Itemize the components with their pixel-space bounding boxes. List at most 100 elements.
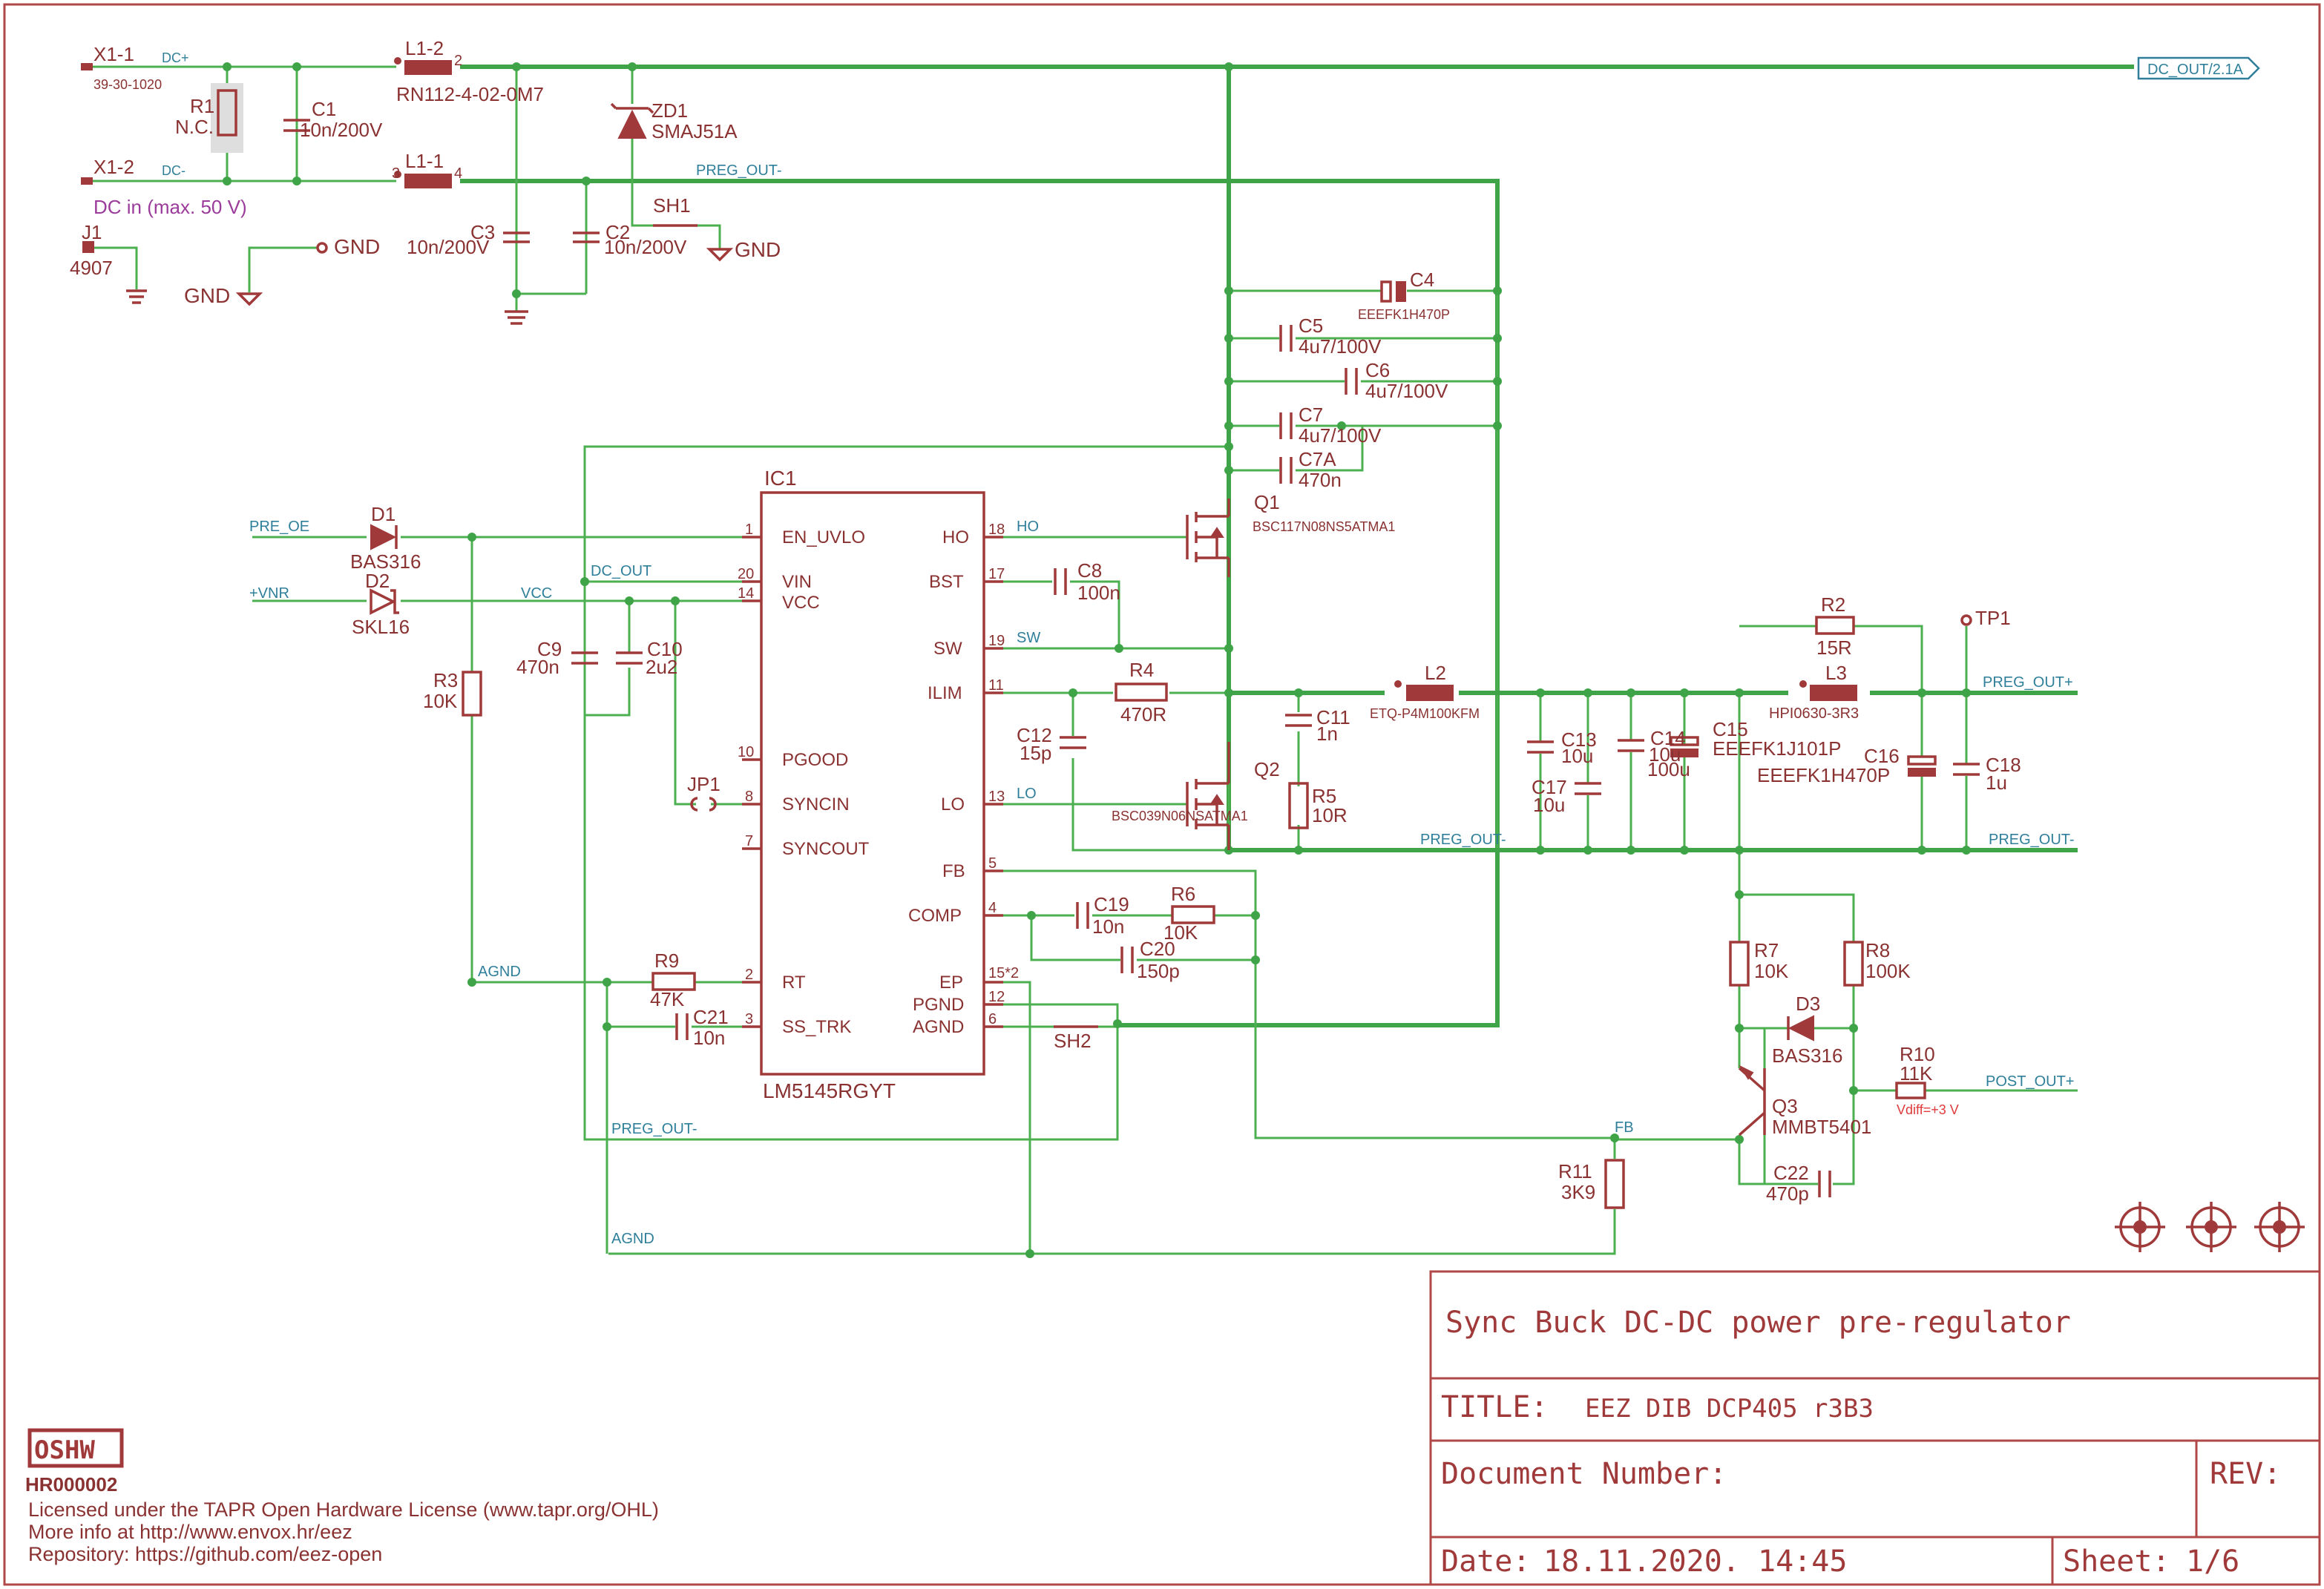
agnd-net-label-1: AGND: [478, 964, 521, 980]
date-label: Date:: [1441, 1544, 1530, 1579]
c22-value: 470p: [1766, 1182, 1809, 1205]
d3-ref: D3: [1796, 993, 1820, 1015]
ic1-pin-comp: COMP: [908, 906, 962, 926]
license-line-2: More info at http://www.envox.hr/eez: [28, 1521, 352, 1543]
ic1-pin-ep: EP: [939, 973, 963, 993]
c4-value: EEEFK1H470P: [1358, 307, 1450, 322]
ic1-pin-num-14: 14: [738, 585, 754, 602]
r3-value: 10K: [423, 690, 458, 712]
c19-value: 10n: [1092, 915, 1124, 938]
r9-value: 47K: [650, 988, 685, 1010]
gnd-symbol-1: [126, 289, 147, 304]
c21-value: 10n: [693, 1027, 725, 1049]
j1-label: J1: [82, 221, 102, 243]
title-value: EEZ DIB DCP405 r3B3: [1585, 1394, 1874, 1424]
ic1-part: LM5145RGYT: [763, 1079, 896, 1102]
dc-out-port-label: DC_OUT/2.1A: [2147, 62, 2244, 78]
vnr-label: +VNR: [249, 585, 289, 602]
lo-net-label: LO: [1017, 786, 1037, 802]
ic1-pin-en-uvlo: EN_UVLO: [782, 527, 865, 547]
date-value: 18.11.2020. 14:45: [1543, 1544, 1847, 1579]
gnd-symbol-3: [505, 310, 528, 325]
ic1-pin-vcc: VCC: [782, 593, 820, 613]
ic1-pin-ilim: ILIM: [928, 683, 962, 703]
d1-ref: D1: [371, 503, 395, 525]
ic1-pin-num-18: 18: [988, 522, 1005, 538]
c1-value: 10n/200V: [300, 119, 383, 141]
ic1-pin-num-10: 10: [738, 744, 754, 760]
oshw-logo-text: OSHW: [34, 1435, 95, 1465]
gnd-label-1: GND: [334, 235, 380, 258]
c16-value: EEEFK1H470P: [1757, 764, 1890, 786]
ic1-pin-num-13: 13: [988, 789, 1005, 805]
sh1-ref: SH1: [653, 194, 691, 217]
x1-part-label: 39-30-1020: [93, 77, 162, 92]
r8-value: 100K: [1865, 960, 1911, 982]
r11-value: 3K9: [1561, 1181, 1595, 1203]
ho-net-label: HO: [1017, 519, 1039, 535]
post-out-plus-label: POST_OUT+: [1986, 1073, 2074, 1090]
ic1-pin-sw: SW: [933, 639, 962, 659]
fb-net-label: FB: [1615, 1119, 1634, 1136]
q2-value: BSC039N06NSATMA1: [1112, 809, 1248, 823]
c9-value: 470n: [516, 656, 559, 678]
c2-value: 10n/200V: [604, 236, 687, 258]
gnd-label-3: GND: [735, 238, 781, 261]
ic1-pin-pgood: PGOOD: [782, 750, 848, 770]
ic1-pin-num-20: 20: [738, 566, 754, 582]
l1-2-symbol: [404, 60, 452, 75]
fiducial-icons: [2115, 1202, 2305, 1252]
r9-ref: R9: [654, 950, 679, 972]
r7-ref: R7: [1754, 939, 1779, 961]
j1-pin: [82, 241, 94, 253]
oshw-cert: HR000002: [25, 1473, 117, 1496]
c7-value: 4u7/100V: [1299, 424, 1382, 447]
q3-ref: Q3: [1772, 1095, 1798, 1117]
preg-out-plus-label: PREG_OUT+: [1983, 674, 2073, 691]
ic1-pin-num-11: 11: [988, 677, 1004, 694]
l3-symbol: [1810, 685, 1857, 701]
title-description: Sync Buck DC-DC power pre-regulator: [1445, 1306, 2071, 1340]
ic1-pin-num-15x2: 15*2: [988, 965, 1019, 981]
sw-net-label: SW: [1017, 630, 1040, 646]
vdiff-note: Vdiff=+3 V: [1897, 1102, 1959, 1117]
r5-value: 10R: [1312, 804, 1348, 826]
r1-ref: R1: [190, 95, 214, 117]
l1-1-ref: L1-1: [405, 150, 444, 172]
l1-1-pin4: 4: [454, 165, 462, 182]
c21-ref: C21: [693, 1006, 729, 1028]
l3-ref: L3: [1825, 662, 1847, 684]
c22-ref: C22: [1773, 1162, 1809, 1184]
l1-value: RN112-4-02-0M7: [396, 83, 544, 105]
c4-ref: C4: [1410, 269, 1434, 291]
gnd-symbol-2: [235, 292, 263, 306]
q1-ref: Q1: [1254, 491, 1280, 513]
d2-value: SKL16: [352, 616, 410, 638]
j1-value: 4907: [70, 257, 113, 279]
l1-1-symbol: [404, 174, 452, 188]
ic1-pin-num-6: 6: [988, 1011, 997, 1027]
r2-value: 15R: [1816, 636, 1852, 659]
zd1-value: SMAJ51A: [651, 120, 738, 142]
ic1-pin-pgnd: PGND: [913, 995, 964, 1015]
l2-value: ETQ-P4M100KFM: [1370, 706, 1480, 721]
c8-ref: C8: [1077, 559, 1102, 582]
ic1-pin-num-7: 7: [745, 833, 753, 849]
ic1-pin-vin: VIN: [782, 572, 812, 592]
c10-value: 2u2: [646, 656, 677, 678]
ic1-pin-ss-trk: SS_TRK: [782, 1017, 851, 1037]
c7a-value: 470n: [1299, 469, 1342, 491]
q1-symbol: [1186, 499, 1230, 577]
dc-minus-label: DC-: [162, 163, 186, 178]
doc-number-label: Document Number:: [1441, 1457, 1727, 1491]
l2-ref: L2: [1425, 662, 1446, 684]
c7a-ref: C7A: [1299, 448, 1336, 470]
title-block: Sync Buck DC-DC power pre-regulator TITL…: [1429, 1270, 2321, 1586]
zd1-ref: ZD1: [651, 99, 688, 122]
agnd-net-label-2: AGND: [611, 1231, 654, 1247]
q1-value: BSC117N08NS5ATMA1: [1253, 519, 1395, 534]
schematic: X1-1 DC+ 39-30-1020 X1-2 DC- DC in (max.…: [3, 3, 2321, 1586]
ic1-pin-num-2: 2: [745, 967, 753, 983]
c5-value: 4u7/100V: [1299, 335, 1382, 358]
r6-ref: R6: [1171, 883, 1195, 905]
